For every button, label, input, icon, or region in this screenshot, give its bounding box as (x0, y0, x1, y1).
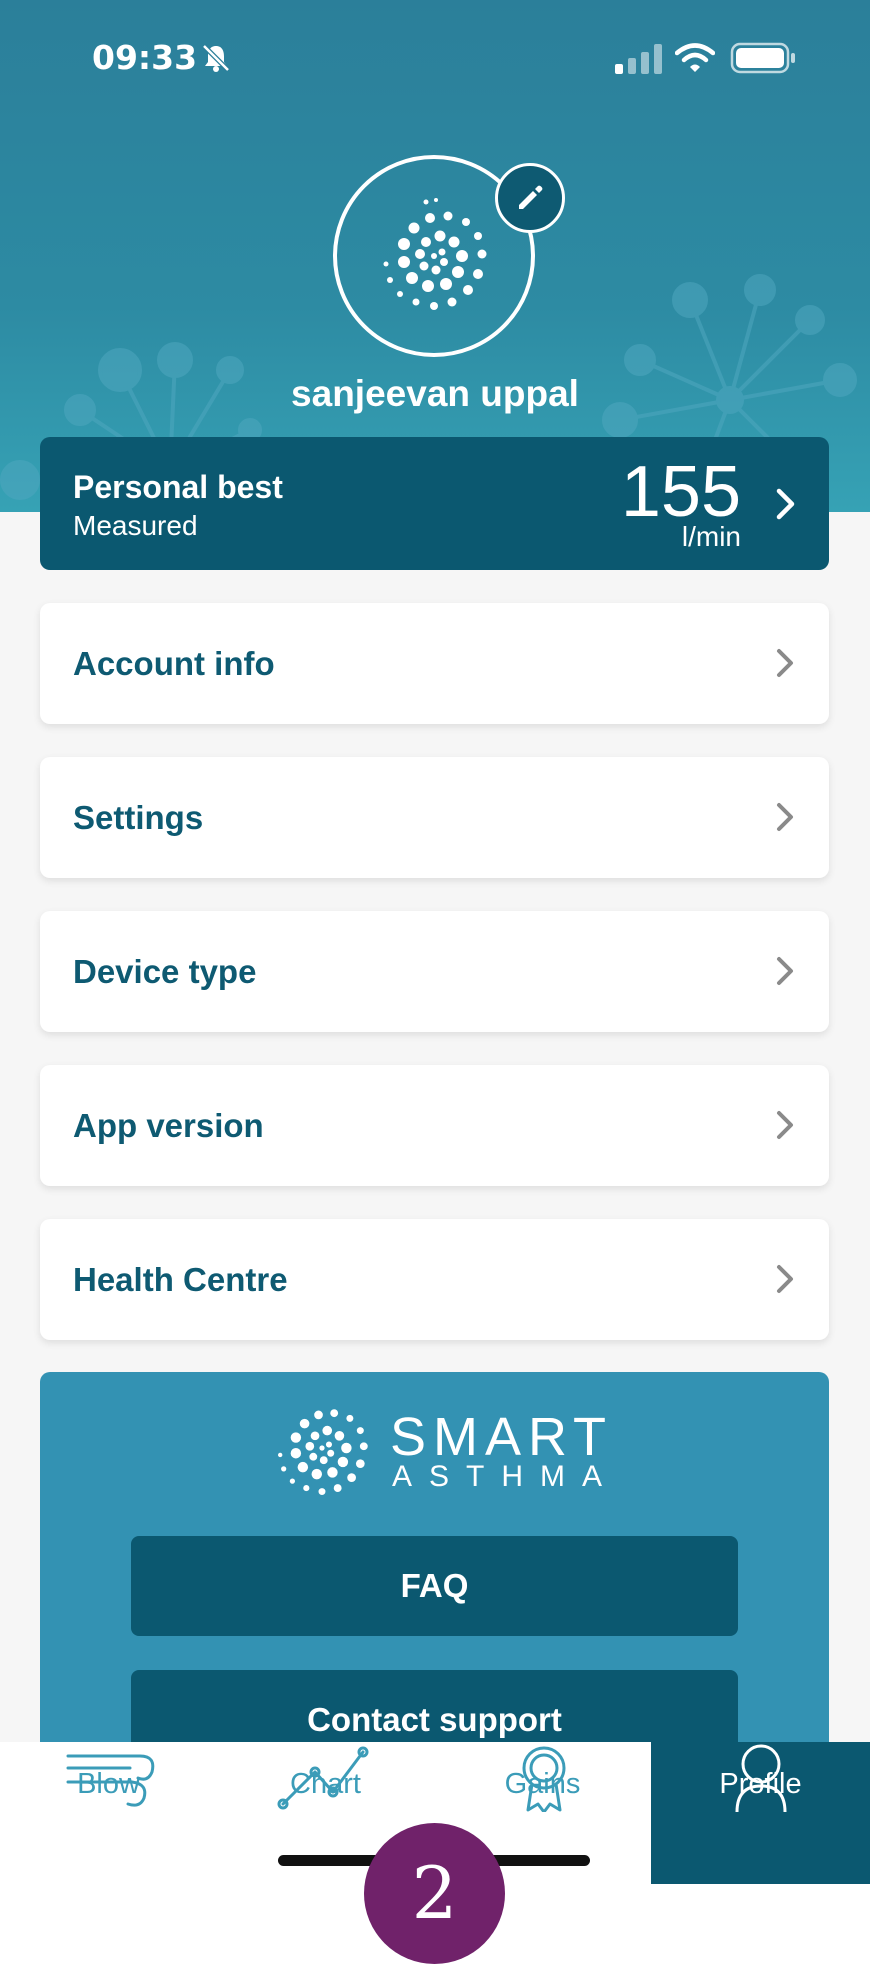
menu-item-health-centre[interactable]: Health Centre (40, 1219, 829, 1340)
chevron-right-icon (777, 649, 793, 677)
pencil-icon (519, 185, 543, 209)
spiral-logo-icon (383, 198, 487, 310)
personal-best-card[interactable]: Personal best Measured 155 l/min (40, 437, 829, 570)
faq-button[interactable]: FAQ (131, 1536, 738, 1636)
personal-best-subtitle: Measured (73, 510, 198, 541)
tab-label: Profile (719, 1768, 802, 1800)
chevron-right-icon (777, 803, 793, 831)
step-badge: 2 (364, 1823, 505, 1964)
tab-blow[interactable]: Blow (0, 1742, 217, 1884)
personal-best-value: 155 (620, 452, 741, 532)
edit-profile-button[interactable] (495, 163, 565, 233)
menu-item-label: Settings (73, 799, 204, 836)
battery-icon (730, 42, 795, 74)
brand-subtitle: ASTHMA (392, 1460, 620, 1493)
menu-item-device-type[interactable]: Device type (40, 911, 829, 1032)
tab-label: Blow (77, 1768, 140, 1800)
chevron-right-icon (776, 488, 795, 520)
tab-profile[interactable]: Profile (651, 1742, 870, 1884)
brand-name: SMART (390, 1407, 614, 1467)
status-bar: 09:33 (0, 0, 870, 120)
wifi-icon (675, 43, 715, 72)
profile-header: 09:33 sanjeevan uppal (0, 0, 870, 512)
menu-item-account-info[interactable]: Account info (40, 603, 829, 724)
menu-item-label: Device type (73, 953, 257, 990)
user-name: sanjeevan uppal (291, 373, 579, 414)
tab-label: Chart (290, 1768, 361, 1800)
tab-label: Gains (504, 1768, 581, 1800)
menu-item-app-version[interactable]: App version (40, 1065, 829, 1186)
bell-muted-icon (202, 44, 230, 72)
personal-best-unit: l/min (681, 521, 741, 552)
chevron-right-icon (777, 1265, 793, 1293)
signal-icon (615, 44, 662, 74)
personal-best-title: Personal best (73, 469, 283, 505)
menu-item-settings[interactable]: Settings (40, 757, 829, 878)
chevron-right-icon (777, 1111, 793, 1139)
menu-item-label: Health Centre (73, 1261, 288, 1298)
menu-item-label: App version (73, 1107, 264, 1144)
status-time: 09:33 (92, 38, 198, 77)
chevron-right-icon (777, 957, 793, 985)
menu-item-label: Account info (73, 645, 275, 682)
smart-asthma-logo-icon (278, 1409, 368, 1496)
